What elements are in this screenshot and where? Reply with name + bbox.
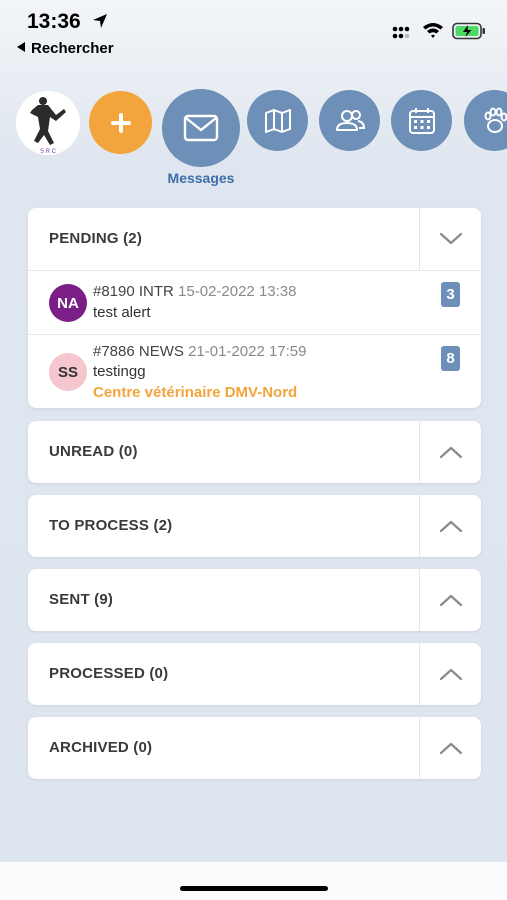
calendar-icon xyxy=(408,107,435,134)
message-avatar: SS xyxy=(49,353,87,391)
message-id-type: #8190 INTR xyxy=(93,283,174,300)
section-pending-header[interactable]: PENDING (2) xyxy=(28,208,481,270)
users-icon xyxy=(335,109,365,131)
message-row[interactable]: SS #7886 NEWS 21-01-2022 17:59 testingg … xyxy=(28,334,481,408)
map-icon xyxy=(264,108,291,133)
top-nav: S R C Messages xyxy=(0,85,507,195)
back-to-search-button[interactable]: Rechercher xyxy=(17,40,114,57)
section-pending-toggle[interactable] xyxy=(419,208,481,270)
message-count-badge: 8 xyxy=(441,346,460,371)
profile-avatar[interactable]: S R C xyxy=(16,91,80,155)
messages-nav-label: Messages xyxy=(167,170,235,186)
profile-photo-icon: S R C xyxy=(16,91,80,155)
chevron-up-icon xyxy=(439,742,462,755)
messages-button[interactable] xyxy=(162,89,240,167)
section-archived-toggle[interactable] xyxy=(419,717,481,779)
battery-charging-icon xyxy=(452,22,486,45)
message-row[interactable]: NA #8190 INTR 15-02-2022 13:38 test aler… xyxy=(28,270,481,334)
chevron-down-icon xyxy=(439,232,462,245)
users-button[interactable] xyxy=(319,90,380,151)
animals-button[interactable] xyxy=(464,90,507,151)
section-pending-title: PENDING (2) xyxy=(49,230,143,247)
svg-text:S R C: S R C xyxy=(40,149,57,155)
message-date: 15-02-2022 13:38 xyxy=(178,283,297,300)
message-count-badge: 3 xyxy=(441,282,460,307)
plus-icon xyxy=(110,112,131,133)
chevron-up-icon xyxy=(439,446,462,459)
calendar-button[interactable] xyxy=(391,90,452,151)
section-to-process-title: TO PROCESS (2) xyxy=(49,517,173,534)
back-label: Rechercher xyxy=(31,40,114,57)
message-text: test alert xyxy=(93,304,151,321)
message-id-type: #7886 NEWS xyxy=(93,343,184,360)
message-organization: Centre vétérinaire DMV-Nord xyxy=(93,384,298,401)
home-indicator[interactable] xyxy=(180,886,328,891)
message-meta: #7886 NEWS 21-01-2022 17:59 xyxy=(93,343,307,360)
chevron-up-icon xyxy=(439,668,462,681)
message-text: testingg xyxy=(93,363,146,380)
section-processed-title: PROCESSED (0) xyxy=(49,665,169,682)
paw-icon xyxy=(484,107,507,133)
section-processed-toggle[interactable] xyxy=(419,643,481,705)
cellular-signal-icon xyxy=(392,24,414,45)
location-arrow-icon xyxy=(91,12,109,35)
section-to-process[interactable]: TO PROCESS (2) xyxy=(28,495,481,557)
message-avatar: NA xyxy=(49,284,87,322)
map-button[interactable] xyxy=(247,90,308,151)
chevron-up-icon xyxy=(439,520,462,533)
envelope-icon xyxy=(183,114,219,142)
message-meta: #8190 INTR 15-02-2022 13:38 xyxy=(93,283,296,300)
section-processed[interactable]: PROCESSED (0) xyxy=(28,643,481,705)
add-button[interactable] xyxy=(89,91,152,154)
section-sent[interactable]: SENT (9) xyxy=(28,569,481,631)
section-archived[interactable]: ARCHIVED (0) xyxy=(28,717,481,779)
section-unread-title: UNREAD (0) xyxy=(49,443,138,460)
section-pending: PENDING (2) NA #8190 INTR 15-02-2022 13:… xyxy=(28,208,481,408)
section-archived-title: ARCHIVED (0) xyxy=(49,739,153,756)
section-to-process-toggle[interactable] xyxy=(419,495,481,557)
section-unread[interactable]: UNREAD (0) xyxy=(28,421,481,483)
chevron-up-icon xyxy=(439,594,462,607)
section-unread-toggle[interactable] xyxy=(419,421,481,483)
message-date: 21-01-2022 17:59 xyxy=(188,343,307,360)
section-sent-toggle[interactable] xyxy=(419,569,481,631)
back-arrow-icon xyxy=(17,42,25,52)
clock: 13:36 xyxy=(27,10,81,33)
wifi-icon xyxy=(422,21,444,44)
section-sent-title: SENT (9) xyxy=(49,591,114,608)
bottom-area xyxy=(0,862,507,900)
status-bar: 13:36 Rechercher xyxy=(0,0,507,62)
